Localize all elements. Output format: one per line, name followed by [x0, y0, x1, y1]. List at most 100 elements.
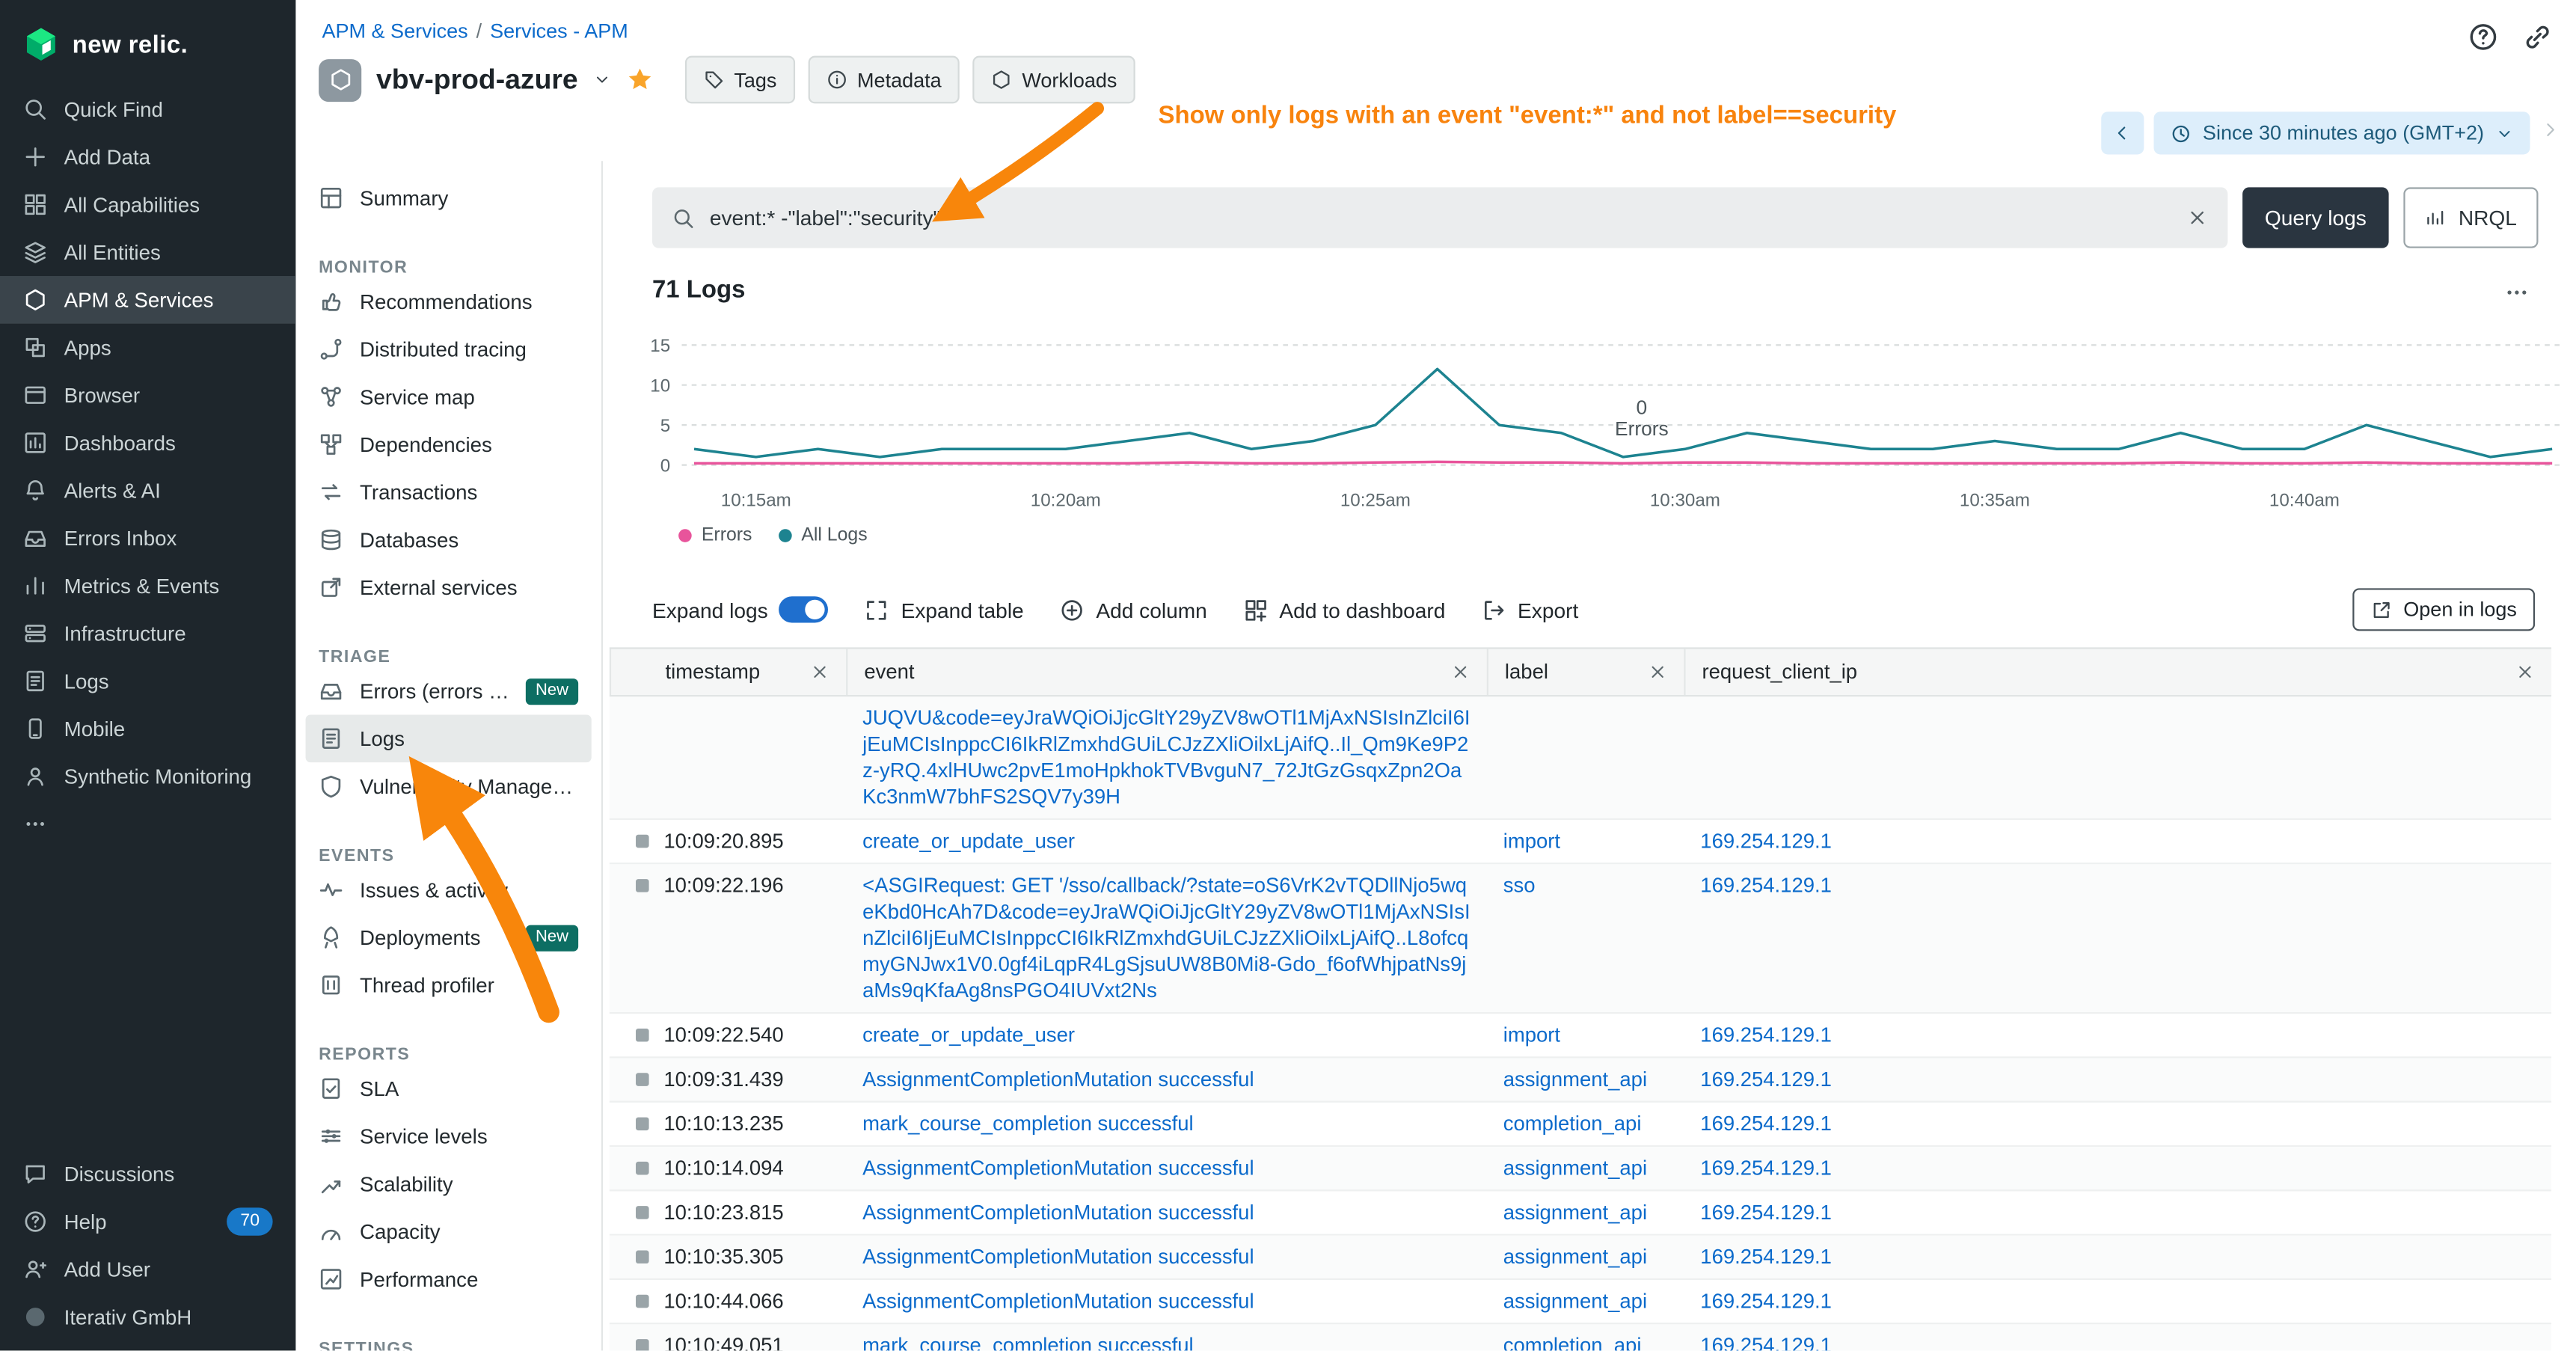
row-marker-icon[interactable]: [636, 1295, 649, 1308]
sidebar-item[interactable]: All Entities: [0, 228, 295, 276]
column-header[interactable]: request_client_ip: [1684, 649, 2551, 696]
table-row[interactable]: 10:10:49.051 mark_course_completion succ…: [610, 1324, 2551, 1350]
entity-switcher-chevron-icon[interactable]: [592, 70, 610, 88]
event-link[interactable]: AssignmentCompletionMutation successful: [862, 1246, 1254, 1269]
remove-column-icon[interactable]: [1450, 662, 1470, 681]
sidebar-footer-item[interactable]: Discussions: [0, 1151, 295, 1198]
sidebar-item[interactable]: Add Data: [0, 133, 295, 181]
sidebar-item[interactable]: Browser: [0, 371, 295, 419]
table-row[interactable]: 10:10:35.305 AssignmentCompletionMutatio…: [610, 1236, 2551, 1280]
table-row[interactable]: 10:09:31.439 AssignmentCompletionMutatio…: [610, 1059, 2551, 1103]
remove-column-icon[interactable]: [2515, 662, 2535, 681]
favorite-star-icon[interactable]: [625, 66, 653, 94]
subnav-item[interactable]: Service levels: [306, 1112, 592, 1160]
open-in-logs-button[interactable]: Open in logs: [2352, 588, 2535, 631]
add-column-button[interactable]: Add column: [1060, 597, 1207, 622]
query-logs-button[interactable]: Query logs: [2242, 187, 2389, 248]
sidebar-footer-item[interactable]: Iterativ GmbH: [0, 1293, 295, 1341]
entity-chip-button[interactable]: Workloads: [972, 56, 1135, 104]
export-button[interactable]: Export: [1482, 597, 1579, 622]
subnav-item[interactable]: Distributed tracing: [306, 325, 592, 373]
table-row[interactable]: 10:10:13.235 mark_course_completion succ…: [610, 1103, 2551, 1147]
sidebar-item[interactable]: Alerts & AI: [0, 467, 295, 515]
event-link[interactable]: AssignmentCompletionMutation successful: [862, 1068, 1254, 1091]
permalink-icon[interactable]: [2522, 22, 2554, 53]
expand-table-button[interactable]: Expand table: [865, 597, 1023, 622]
label-link[interactable]: sso: [1503, 874, 1536, 898]
remove-column-icon[interactable]: [1648, 662, 1667, 681]
column-header[interactable]: timestamp: [610, 649, 846, 696]
table-row[interactable]: 10:10:44.066 AssignmentCompletionMutatio…: [610, 1280, 2551, 1324]
sidebar-item[interactable]: All Capabilities: [0, 181, 295, 229]
ip-link[interactable]: 169.254.129.1: [1700, 1246, 1832, 1269]
subnav-item[interactable]: Vulnerability Management: [306, 762, 592, 810]
row-marker-icon[interactable]: [636, 1029, 649, 1042]
table-row[interactable]: 10:10:23.815 AssignmentCompletionMutatio…: [610, 1191, 2551, 1235]
sidebar-item[interactable]: APM & Services: [0, 276, 295, 324]
subnav-item[interactable]: Dependencies: [306, 420, 592, 468]
logs-query-input[interactable]: event:* -"label":"security": [652, 187, 2227, 248]
ip-link[interactable]: 169.254.129.1: [1700, 1068, 1832, 1091]
time-forward-button[interactable]: [2540, 118, 2560, 148]
event-link[interactable]: AssignmentCompletionMutation successful: [862, 1157, 1254, 1180]
logs-query-text[interactable]: event:* -"label":"security": [710, 206, 2171, 230]
row-marker-icon[interactable]: [636, 1250, 649, 1263]
subnav-item[interactable]: Summary: [306, 174, 592, 222]
subnav-item[interactable]: Performance: [306, 1255, 592, 1303]
row-marker-icon[interactable]: [636, 1162, 649, 1175]
sidebar-item[interactable]: Quick Find: [0, 85, 295, 133]
sidebar-item[interactable]: [0, 800, 295, 848]
subnav-item[interactable]: External services: [306, 563, 592, 611]
ip-link[interactable]: 169.254.129.1: [1700, 830, 1832, 853]
clear-query-icon[interactable]: [2186, 207, 2207, 229]
sidebar-item[interactable]: Logs: [0, 658, 295, 705]
breadcrumb-link-apm[interactable]: APM & Services: [322, 19, 468, 43]
breadcrumb-link-services[interactable]: Services - APM: [490, 19, 628, 43]
remove-column-icon[interactable]: [810, 662, 829, 681]
event-link[interactable]: AssignmentCompletionMutation successful: [862, 1201, 1254, 1225]
sidebar-item[interactable]: Metrics & Events: [0, 562, 295, 610]
sidebar-item[interactable]: Apps: [0, 324, 295, 372]
sidebar-footer-item[interactable]: Help 70: [0, 1198, 295, 1246]
label-link[interactable]: completion_api: [1503, 1112, 1642, 1136]
label-link[interactable]: assignment_api: [1503, 1157, 1647, 1180]
subnav-item[interactable]: Service map: [306, 373, 592, 421]
sidebar-footer-item[interactable]: Add User: [0, 1246, 295, 1293]
entity-chip-button[interactable]: Metadata: [808, 56, 960, 104]
subnav-item[interactable]: Databases: [306, 516, 592, 564]
table-row[interactable]: 10:10:14.094 AssignmentCompletionMutatio…: [610, 1147, 2551, 1191]
legend-item[interactable]: All Logs: [779, 526, 868, 545]
row-marker-icon[interactable]: [636, 835, 649, 848]
subnav-item[interactable]: Recommendations: [306, 278, 592, 325]
subnav-item[interactable]: SLA: [306, 1064, 592, 1112]
row-marker-icon[interactable]: [636, 1118, 649, 1131]
entity-chip-button[interactable]: Tags: [684, 56, 794, 104]
sidebar-item[interactable]: Infrastructure: [0, 610, 295, 658]
row-marker-icon[interactable]: [636, 1073, 649, 1086]
new-relic-logo[interactable]: new relic.: [0, 0, 295, 85]
subnav-item[interactable]: Transactions: [306, 468, 592, 516]
row-marker-icon[interactable]: [636, 1339, 649, 1350]
subnav-item[interactable]: Capacity: [306, 1207, 592, 1255]
column-header[interactable]: label: [1487, 649, 1684, 696]
time-range-button[interactable]: Since 30 minutes ago (GMT+2): [2153, 111, 2530, 154]
ip-link[interactable]: 169.254.129.1: [1700, 1290, 1832, 1313]
chart-more-menu-icon[interactable]: [2503, 279, 2530, 305]
subnav-item[interactable]: Logs: [306, 714, 592, 762]
add-to-dashboard-button[interactable]: Add to dashboard: [1243, 597, 1445, 622]
ip-link[interactable]: 169.254.129.1: [1700, 1335, 1832, 1351]
ip-link[interactable]: 169.254.129.1: [1700, 1112, 1832, 1136]
label-link[interactable]: assignment_api: [1503, 1201, 1647, 1225]
subnav-item[interactable]: Scalability: [306, 1160, 592, 1208]
label-link[interactable]: assignment_api: [1503, 1246, 1647, 1269]
legend-item[interactable]: Errors: [678, 526, 752, 545]
column-header[interactable]: event: [846, 649, 1487, 696]
event-link[interactable]: mark_course_completion successful: [862, 1335, 1194, 1351]
ip-link[interactable]: 169.254.129.1: [1700, 1201, 1832, 1225]
row-marker-icon[interactable]: [636, 1206, 649, 1219]
label-link[interactable]: import: [1503, 1023, 1560, 1047]
time-back-button[interactable]: [2101, 111, 2144, 154]
table-row[interactable]: 10:09:22.196 <ASGIRequest: GET '/sso/cal…: [610, 864, 2551, 1014]
help-icon[interactable]: [2468, 22, 2499, 53]
sidebar-item[interactable]: Dashboards: [0, 419, 295, 467]
